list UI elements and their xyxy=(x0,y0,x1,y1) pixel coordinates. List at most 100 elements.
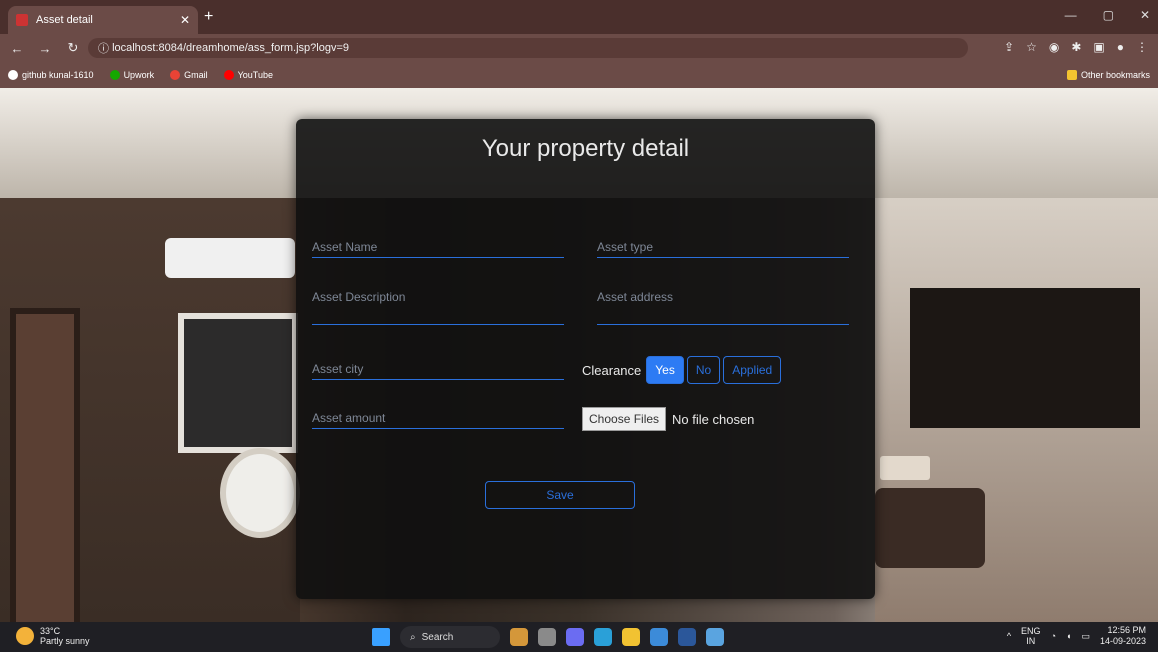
no-file-text: No file chosen xyxy=(672,411,755,427)
browser-tab[interactable]: Asset detail ✕ xyxy=(8,6,198,34)
bookmark-label: Gmail xyxy=(184,70,208,80)
folder-icon xyxy=(1066,70,1077,80)
chevron-up-icon[interactable]: ^ xyxy=(1007,631,1011,641)
back-icon[interactable]: ← xyxy=(6,41,28,56)
new-tab-button[interactable]: + xyxy=(204,8,213,26)
bookmarks-bar: github kunal-1610 Upwork Gmail YouTube O… xyxy=(0,62,1158,88)
asset-address-input[interactable]: Asset address xyxy=(597,290,849,325)
asset-city-placeholder: Asset city xyxy=(312,362,364,376)
clearance-no-button[interactable]: No xyxy=(686,356,721,384)
reload-icon[interactable]: ↻ xyxy=(62,40,84,56)
choose-files-button[interactable]: Choose Files xyxy=(582,407,667,431)
window-controls: — ▢ ✕ xyxy=(1065,8,1150,22)
app-icon[interactable] xyxy=(706,628,724,646)
background-egg-chair xyxy=(220,448,300,538)
weather-text: Partly sunny xyxy=(40,636,90,646)
url-text: localhost:8084/dreamhome/ass_form.jsp?lo… xyxy=(112,42,350,54)
background-sofa xyxy=(875,488,985,568)
profile-icon[interactable]: ● xyxy=(1117,40,1124,54)
restore-button[interactable]: ▢ xyxy=(1103,8,1114,22)
asset-name-placeholder: Asset Name xyxy=(312,240,378,254)
close-window-button[interactable]: ✕ xyxy=(1140,8,1150,22)
asset-amount-input[interactable]: Asset amount xyxy=(312,411,564,429)
tab-title: Asset detail xyxy=(36,14,93,26)
tab-favicon-icon xyxy=(16,14,28,26)
property-form-panel: Your property detail Asset Name Asset ty… xyxy=(296,119,875,599)
file-upload: Choose Files No file chosen xyxy=(582,407,754,431)
background-lamp xyxy=(880,456,930,480)
time-text: 12:56 PM xyxy=(1107,625,1146,635)
chrome-icon[interactable] xyxy=(650,628,668,646)
widgets-icon[interactable] xyxy=(510,628,528,646)
extension-icon[interactable]: ◉ xyxy=(1049,40,1059,54)
teams-icon[interactable] xyxy=(566,628,584,646)
bookmark-github[interactable]: github kunal-1610 xyxy=(8,70,94,80)
region-text: IN xyxy=(1026,636,1036,646)
github-icon xyxy=(8,70,18,80)
clearance-group: Clearance Yes No Applied xyxy=(582,356,782,384)
search-icon: ⌕ xyxy=(410,631,416,643)
word-icon[interactable] xyxy=(678,628,696,646)
puzzle-icon[interactable]: ✱ xyxy=(1071,40,1081,54)
share-icon[interactable]: ⇪ xyxy=(1004,40,1014,54)
asset-description-input[interactable]: Asset Description xyxy=(312,290,564,325)
youtube-icon xyxy=(223,70,234,80)
other-bookmarks-label: Other bookmarks xyxy=(1080,70,1150,80)
search-label: Search xyxy=(421,631,454,643)
language-indicator[interactable]: ENG IN xyxy=(1021,626,1041,646)
bookmark-label: Upwork xyxy=(123,70,155,80)
bookmark-gmail[interactable]: Gmail xyxy=(170,70,208,80)
upwork-icon xyxy=(109,70,120,80)
page-title: Your property detail xyxy=(481,135,690,162)
clearance-label: Clearance xyxy=(582,362,642,378)
temperature-text: 33°C xyxy=(40,626,61,636)
wifi-icon[interactable]: ◔ xyxy=(1051,631,1056,641)
start-icon[interactable] xyxy=(372,628,390,646)
background-window xyxy=(10,308,80,622)
asset-city-input[interactable]: Asset city xyxy=(312,362,564,380)
weather-icon xyxy=(16,627,34,645)
clearance-yes-button[interactable]: Yes xyxy=(646,356,684,384)
minimize-button[interactable]: — xyxy=(1065,8,1077,22)
clock[interactable]: 12:56 PM 14-09-2023 xyxy=(1100,625,1146,647)
url-bar[interactable]: ⓘ localhost:8084/dreamhome/ass_form.jsp?… xyxy=(88,38,968,58)
date-text: 14-09-2023 xyxy=(1099,636,1146,646)
taskbar-search[interactable]: ⌕ Search xyxy=(400,626,500,648)
weather-widget[interactable]: 33°C Partly sunny xyxy=(16,626,90,646)
gmail-icon xyxy=(170,70,181,80)
asset-amount-placeholder: Asset amount xyxy=(312,411,386,425)
background-shelves xyxy=(910,288,1140,428)
file-explorer-icon[interactable] xyxy=(622,628,640,646)
taskview-icon[interactable] xyxy=(538,628,556,646)
system-tray: ^ ENG IN ◔ ◖ ▭ 12:56 PM 14-09-2023 xyxy=(1007,625,1146,647)
other-bookmarks[interactable]: Other bookmarks xyxy=(1066,70,1150,80)
browser-actions: ⇪ ☆ ◉ ✱ ▣ ● ⋮ xyxy=(1004,40,1148,54)
asset-type-placeholder: Asset type xyxy=(597,240,654,254)
sidepanel-icon[interactable]: ▣ xyxy=(1093,40,1104,54)
windows-taskbar: 33°C Partly sunny ⌕ Search ^ ENG IN ◔ ◖ ▭… xyxy=(0,622,1158,652)
background-picture-frame xyxy=(178,313,298,453)
menu-icon[interactable]: ⋮ xyxy=(1136,40,1148,54)
bookmark-youtube[interactable]: YouTube xyxy=(223,70,273,80)
forward-icon[interactable]: → xyxy=(34,41,56,56)
background-ac-unit xyxy=(165,238,295,278)
browser-tab-bar: Asset detail ✕ + — ▢ ✕ xyxy=(0,0,1158,34)
battery-icon[interactable]: ▭ xyxy=(1081,631,1090,642)
close-tab-icon[interactable]: ✕ xyxy=(180,13,190,27)
clearance-applied-button[interactable]: Applied xyxy=(723,356,782,384)
asset-type-input[interactable]: Asset type xyxy=(597,240,849,258)
star-icon[interactable]: ☆ xyxy=(1026,40,1037,54)
volume-icon[interactable]: ◖ xyxy=(1066,631,1071,641)
bookmark-label: YouTube xyxy=(237,70,273,80)
asset-description-placeholder: Asset Description xyxy=(312,290,406,304)
bookmark-upwork[interactable]: Upwork xyxy=(109,70,155,80)
info-icon: ⓘ xyxy=(98,43,113,55)
save-button[interactable]: Save xyxy=(485,481,635,509)
taskbar-apps: ⌕ Search xyxy=(372,626,724,648)
bookmark-label: github kunal-1610 xyxy=(22,70,94,80)
edge-icon[interactable] xyxy=(594,628,612,646)
lang-text: ENG xyxy=(1021,626,1041,636)
address-bar-row: ← → ↻ ⓘ localhost:8084/dreamhome/ass_for… xyxy=(0,34,1158,62)
asset-name-input[interactable]: Asset Name xyxy=(312,240,564,258)
asset-address-placeholder: Asset address xyxy=(597,290,674,304)
